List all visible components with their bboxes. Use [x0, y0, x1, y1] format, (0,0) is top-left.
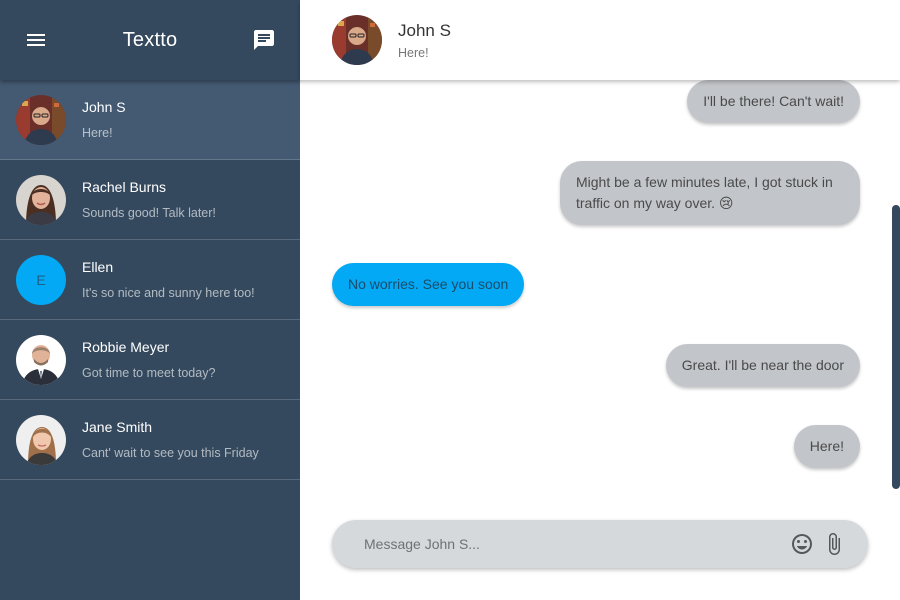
avatar	[16, 174, 66, 225]
emoji-icon[interactable]	[790, 532, 814, 556]
app-title: Textto	[122, 28, 178, 51]
sidebar-header: Textto	[0, 0, 300, 80]
conversation-item-robbie-meyer[interactable]: Robbie Meyer Got time to meet today?	[0, 320, 300, 400]
conversation-item-jane-smith[interactable]: Jane Smith Cant' wait to see you this Fr…	[0, 400, 300, 480]
message-composer	[332, 520, 868, 568]
conversation-preview: Cant' wait to see you this Friday	[82, 446, 259, 460]
conversation-name: Rachel Burns	[82, 179, 167, 195]
conversation-preview: Got time to meet today?	[82, 366, 216, 380]
conversation-preview: Sounds good! Talk later!	[82, 206, 216, 220]
conversation-name: Ellen	[82, 259, 114, 275]
conversation-item-john-s[interactable]: John S Here!	[0, 80, 300, 160]
conversation-sidebar: Textto John S Here! Rachel Burns Sounds …	[0, 0, 300, 600]
contact-avatar[interactable]	[332, 15, 382, 65]
conversation-preview: Here!	[82, 126, 113, 140]
conversation-name: Robbie Meyer	[82, 339, 170, 355]
message-bubble-incoming: Here!	[793, 425, 860, 468]
message-bubble-incoming: Great. I'll be near the door	[665, 344, 860, 387]
conversation-preview: It's so nice and sunny here too!	[82, 286, 255, 300]
contact-name: John S	[398, 20, 451, 40]
contact-status: Here!	[398, 45, 429, 60]
message-bubble-incoming: I'll be there! Can't wait!	[687, 80, 860, 123]
avatar	[16, 414, 66, 465]
avatar	[16, 94, 66, 145]
conversation-name: John S	[82, 99, 126, 115]
chat-bubble-icon[interactable]	[252, 28, 276, 52]
message-bubble-outgoing: No worries. See you soon	[332, 263, 525, 306]
message-scrollbar-thumb[interactable]	[892, 205, 900, 489]
chat-header: John S Here!	[300, 0, 900, 80]
message-thread: I'll be there! Can't wait! Might be a fe…	[300, 80, 900, 500]
conversation-name: Jane Smith	[82, 419, 153, 435]
message-bubble-incoming: Might be a few minutes late, I got stuck…	[560, 161, 860, 225]
menu-icon[interactable]	[24, 28, 48, 52]
paperclip-icon[interactable]	[822, 532, 846, 556]
conversation-list: John S Here! Rachel Burns Sounds good! T…	[0, 80, 300, 480]
avatar	[16, 334, 66, 385]
avatar: E	[16, 254, 66, 305]
conversation-item-rachel-burns[interactable]: Rachel Burns Sounds good! Talk later!	[0, 160, 300, 240]
conversation-item-ellen[interactable]: E Ellen It's so nice and sunny here too!	[0, 240, 300, 320]
message-input[interactable]	[364, 536, 782, 552]
